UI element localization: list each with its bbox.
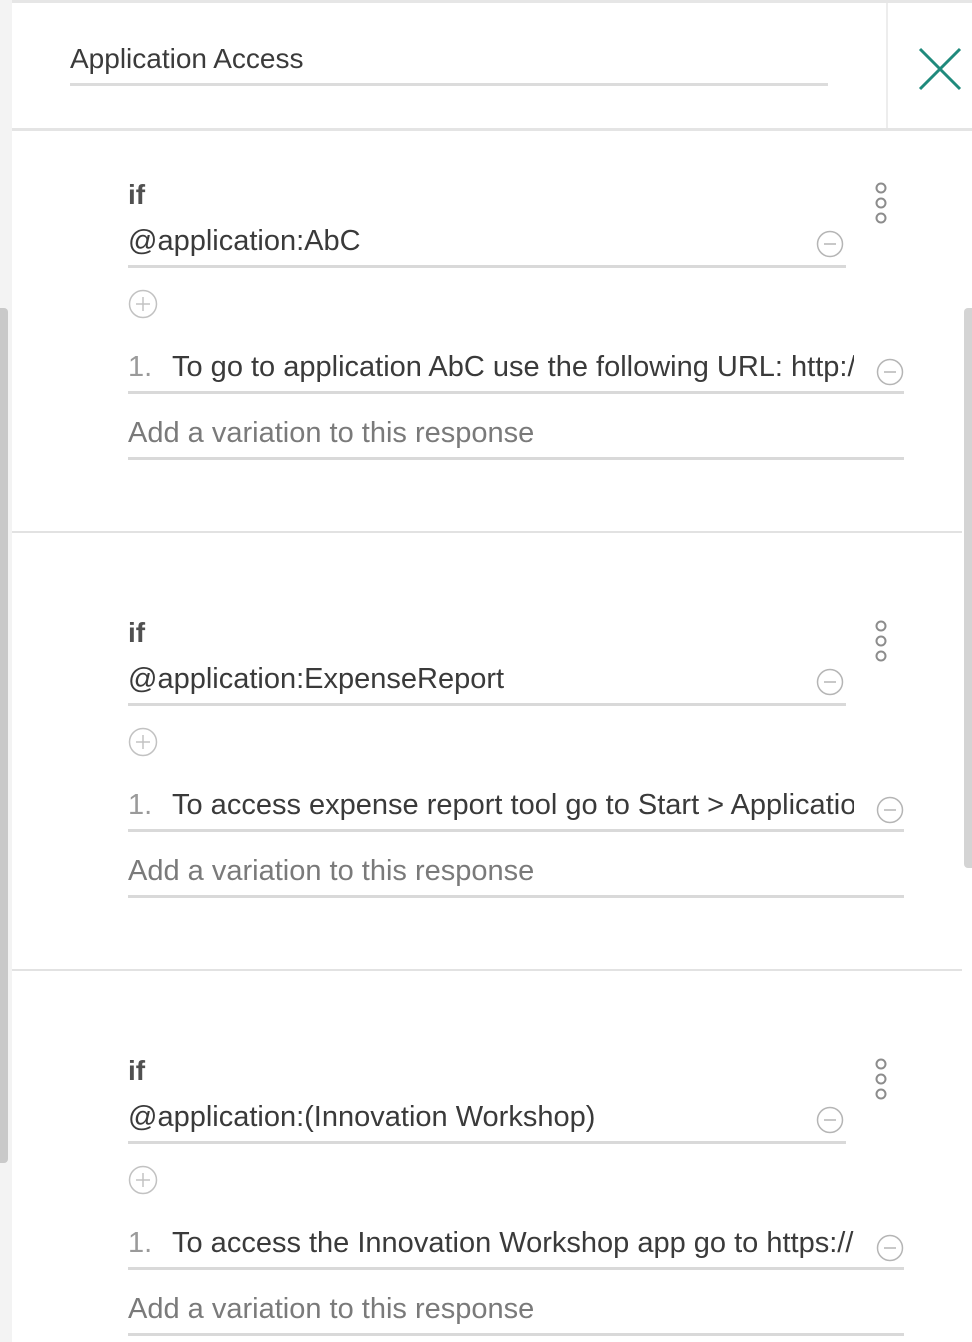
- add-variation-input[interactable]: Add a variation to this response: [128, 851, 904, 898]
- more-options-icon[interactable]: [870, 1057, 892, 1105]
- response-number: 1.: [128, 789, 153, 821]
- response-number: 1.: [128, 351, 153, 383]
- response-input[interactable]: 1. To go to application AbC use the foll…: [128, 347, 904, 394]
- response-input[interactable]: 1. To access expense report tool go to S…: [128, 785, 904, 832]
- node-title: Application Access: [70, 43, 304, 74]
- remove-response-icon[interactable]: [876, 1234, 904, 1262]
- response-text: To go to application AbC use the followi…: [172, 351, 854, 383]
- add-condition-icon[interactable]: [128, 289, 158, 319]
- panel-header: Application Access: [12, 3, 972, 128]
- response-number: 1.: [128, 1227, 153, 1259]
- more-options-icon[interactable]: [870, 619, 892, 667]
- if-label: if: [128, 1055, 146, 1086]
- section-divider: [12, 531, 962, 533]
- add-variation-placeholder: Add a variation to this response: [128, 417, 535, 449]
- add-variation-placeholder: Add a variation to this response: [128, 855, 535, 887]
- remove-condition-icon[interactable]: [816, 1106, 844, 1134]
- condition-block-2: if @application:ExpenseReport 1. To acce…: [12, 569, 960, 969]
- node-title-field[interactable]: Application Access: [70, 33, 828, 86]
- right-scrollbar[interactable]: [964, 308, 972, 868]
- condition-text: @application:(Innovation Workshop): [128, 1101, 596, 1133]
- condition-input[interactable]: @application:ExpenseReport: [128, 659, 846, 706]
- close-icon: [918, 47, 962, 91]
- remove-response-icon[interactable]: [876, 358, 904, 386]
- add-condition-icon[interactable]: [128, 727, 158, 757]
- more-options-icon[interactable]: [870, 181, 892, 229]
- if-label: if: [128, 179, 146, 210]
- condition-text: @application:AbC: [128, 225, 361, 257]
- left-scrollbar[interactable]: [0, 308, 8, 1163]
- condition-input[interactable]: @application:(Innovation Workshop): [128, 1097, 846, 1144]
- header-divider: [886, 3, 888, 128]
- add-condition-icon[interactable]: [128, 1165, 158, 1195]
- response-input[interactable]: 1. To access the Innovation Workshop app…: [128, 1223, 904, 1270]
- condition-block-1: if @application:AbC 1. To go to applicat…: [12, 131, 960, 531]
- add-variation-input[interactable]: Add a variation to this response: [128, 1289, 904, 1336]
- section-divider: [12, 969, 962, 971]
- remove-condition-icon[interactable]: [816, 668, 844, 696]
- add-variation-input[interactable]: Add a variation to this response: [128, 413, 904, 460]
- condition-input[interactable]: @application:AbC: [128, 221, 846, 268]
- condition-text: @application:ExpenseReport: [128, 663, 505, 695]
- response-text: To access the Innovation Workshop app go…: [172, 1227, 854, 1259]
- close-button[interactable]: [912, 41, 968, 97]
- response-text: To access expense report tool go to Star…: [172, 789, 854, 821]
- application-access-panel: Application Access if @application:AbC 1…: [0, 0, 972, 1342]
- remove-response-icon[interactable]: [876, 796, 904, 824]
- add-variation-placeholder: Add a variation to this response: [128, 1293, 535, 1325]
- if-label: if: [128, 617, 146, 648]
- condition-block-3: if @application:(Innovation Workshop) 1.…: [12, 1007, 960, 1342]
- remove-condition-icon[interactable]: [816, 230, 844, 258]
